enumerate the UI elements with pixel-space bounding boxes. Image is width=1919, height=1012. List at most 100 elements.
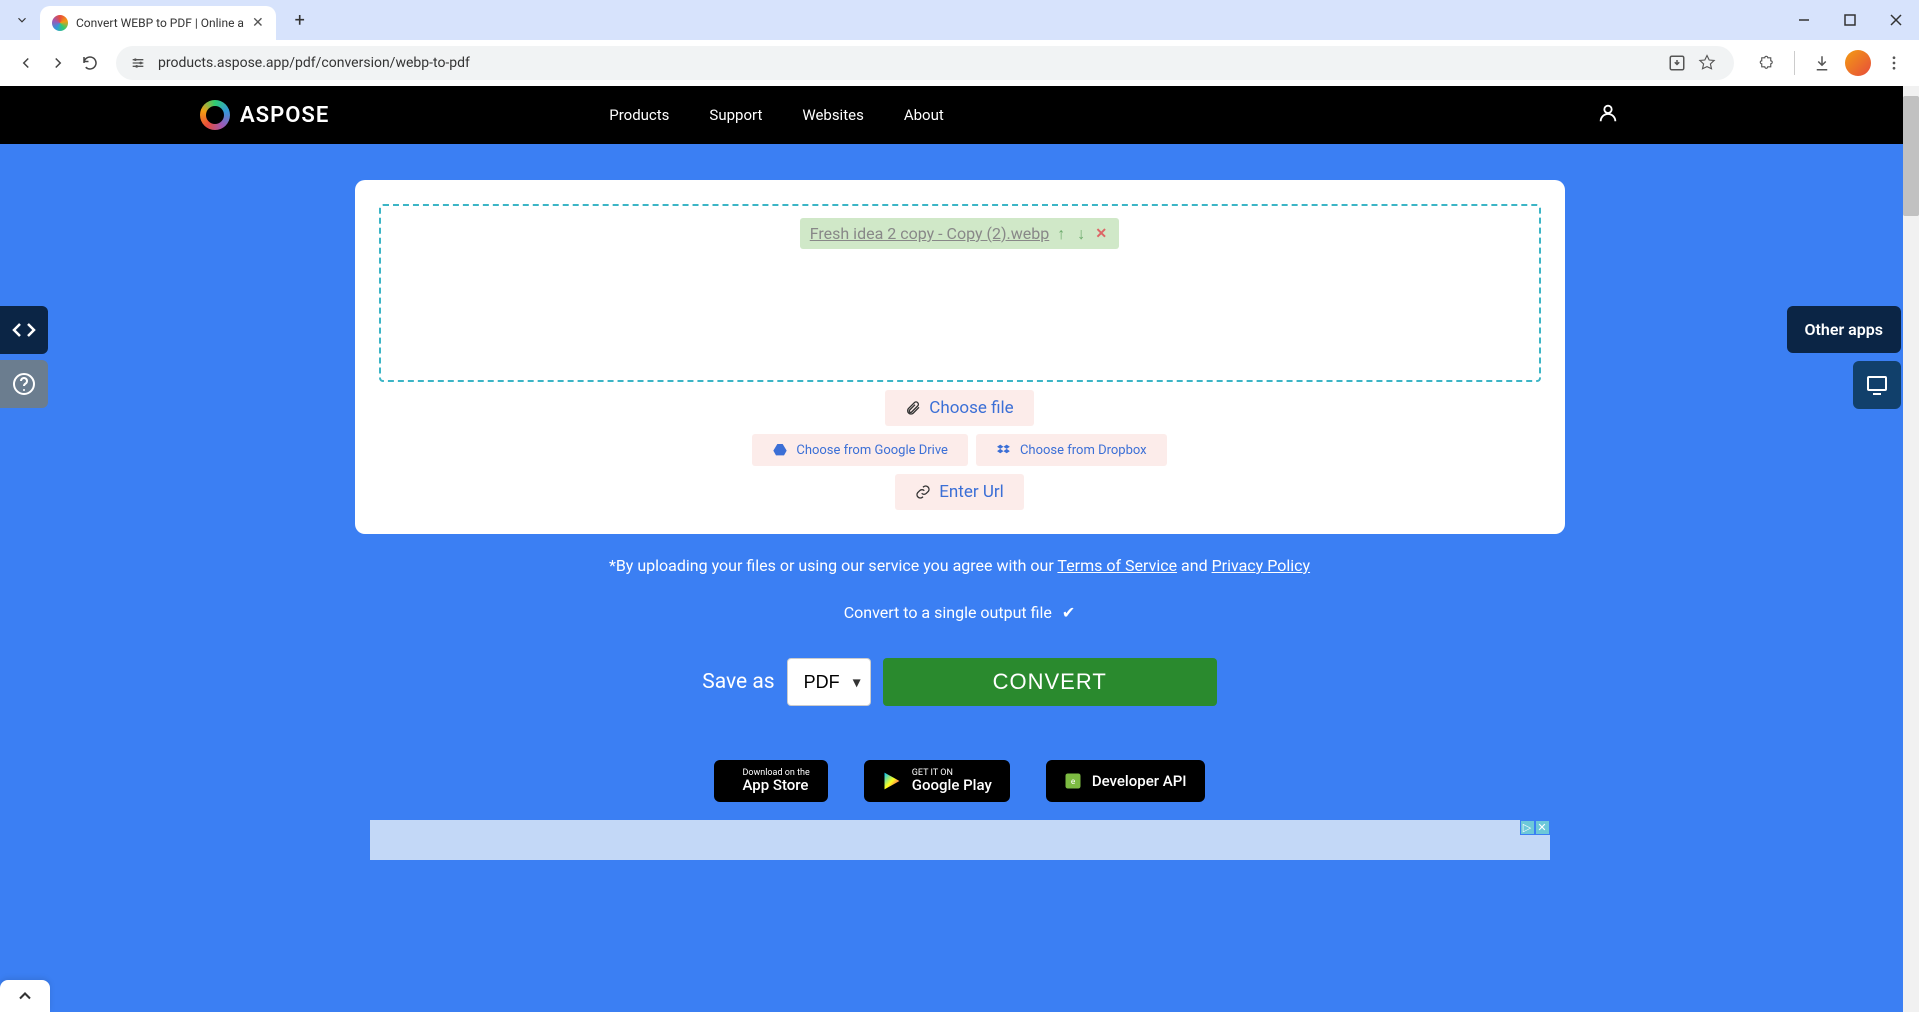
devapi-badge[interactable]: e Developer API bbox=[1046, 760, 1205, 802]
tune-icon bbox=[130, 55, 146, 71]
devapi-label: Developer API bbox=[1092, 772, 1187, 790]
page-content: ASPOSE Products Support Websites About O… bbox=[0, 86, 1919, 1012]
choose-file-button[interactable]: Choose file bbox=[885, 390, 1033, 426]
ad-placeholder: ▷ ✕ bbox=[370, 820, 1550, 860]
user-icon bbox=[1597, 102, 1619, 124]
separator bbox=[1794, 51, 1795, 75]
link-icon bbox=[915, 484, 931, 500]
tos-link[interactable]: Terms of Service bbox=[1057, 556, 1177, 575]
googleplay-badge[interactable]: GET IT ON Google Play bbox=[864, 760, 1010, 802]
chevron-down-icon bbox=[15, 13, 29, 27]
kebab-icon bbox=[1885, 54, 1903, 72]
close-icon bbox=[1890, 14, 1902, 26]
close-window-button[interactable] bbox=[1873, 0, 1919, 40]
downloads-button[interactable] bbox=[1807, 48, 1837, 78]
dropbox-icon bbox=[996, 442, 1012, 458]
nav-support[interactable]: Support bbox=[709, 106, 762, 124]
back-button[interactable] bbox=[10, 47, 42, 79]
gdrive-label: Choose from Google Drive bbox=[796, 443, 948, 458]
convert-button[interactable]: CONVERT bbox=[883, 658, 1217, 706]
remove-file-button[interactable]: ✕ bbox=[1093, 226, 1109, 242]
nav-about[interactable]: About bbox=[904, 106, 944, 124]
play-icon bbox=[882, 770, 902, 792]
toolbar-icons bbox=[1752, 48, 1909, 78]
attachment-icon bbox=[905, 400, 921, 416]
extensions-button[interactable] bbox=[1752, 48, 1782, 78]
check-icon: ✔ bbox=[1062, 603, 1075, 622]
app-badges: Download on the App Store GET IT ON Goog… bbox=[714, 760, 1204, 802]
menu-button[interactable] bbox=[1879, 48, 1909, 78]
help-button[interactable] bbox=[0, 360, 48, 408]
install-app-button[interactable] bbox=[1662, 48, 1692, 78]
tab-search-button[interactable] bbox=[8, 6, 36, 34]
side-right-panel: Other apps bbox=[1787, 306, 1902, 409]
tab-bar: Convert WEBP to PDF | Online a ✕ + bbox=[0, 0, 1919, 40]
arrow-right-icon bbox=[49, 54, 67, 72]
choose-file-label: Choose file bbox=[929, 398, 1013, 418]
maximize-button[interactable] bbox=[1827, 0, 1873, 40]
scrollbar[interactable] bbox=[1903, 86, 1919, 1012]
tab-favicon-icon bbox=[52, 15, 68, 31]
star-icon bbox=[1698, 54, 1716, 72]
desktop-app-button[interactable] bbox=[1853, 361, 1901, 409]
bookmark-button[interactable] bbox=[1692, 48, 1722, 78]
file-source-buttons: Choose file Choose from Google Drive Cho… bbox=[379, 390, 1541, 510]
dropbox-label: Choose from Dropbox bbox=[1020, 443, 1147, 458]
code-icon bbox=[12, 318, 36, 342]
embed-code-button[interactable] bbox=[0, 306, 48, 354]
uploaded-file-chip: Fresh idea 2 copy - Copy (2).webp ↑ ↓ ✕ bbox=[800, 218, 1120, 249]
arrow-left-icon bbox=[17, 54, 35, 72]
reload-button[interactable] bbox=[74, 47, 106, 79]
maximize-icon bbox=[1844, 14, 1856, 26]
url-text: products.aspose.app/pdf/conversion/webp-… bbox=[158, 55, 1662, 71]
single-output-option[interactable]: Convert to a single output file ✔ bbox=[844, 603, 1076, 622]
choose-dropbox-button[interactable]: Choose from Dropbox bbox=[976, 434, 1167, 466]
upload-card: Fresh idea 2 copy - Copy (2).webp ↑ ↓ ✕ … bbox=[355, 180, 1565, 534]
uploaded-file-name[interactable]: Fresh idea 2 copy - Copy (2).webp bbox=[810, 224, 1050, 243]
enter-url-button[interactable]: Enter Url bbox=[895, 474, 1024, 510]
format-select-wrap: PDF bbox=[787, 658, 871, 706]
brand-name: ASPOSE bbox=[240, 103, 329, 128]
appstore-badge[interactable]: Download on the App Store bbox=[714, 760, 827, 802]
adchoices-icon[interactable]: ▷ bbox=[1520, 820, 1535, 835]
disclaimer-text: *By uploading your files or using our se… bbox=[609, 556, 1310, 575]
svg-text:e: e bbox=[1071, 777, 1076, 787]
nav-products[interactable]: Products bbox=[609, 106, 669, 124]
profile-avatar[interactable] bbox=[1845, 50, 1871, 76]
forward-button[interactable] bbox=[42, 47, 74, 79]
new-tab-button[interactable]: + bbox=[286, 6, 314, 34]
window-controls bbox=[1781, 0, 1919, 40]
browser-chrome: Convert WEBP to PDF | Online a ✕ + produ… bbox=[0, 0, 1919, 86]
user-account-button[interactable] bbox=[1597, 102, 1619, 128]
scroll-to-top-button[interactable] bbox=[0, 980, 50, 1012]
browser-tab[interactable]: Convert WEBP to PDF | Online a ✕ bbox=[40, 6, 276, 40]
nav-links: Products Support Websites About bbox=[609, 106, 944, 124]
save-as-label: Save as bbox=[702, 670, 774, 694]
other-apps-button[interactable]: Other apps bbox=[1787, 306, 1902, 353]
logo-swirl-icon bbox=[200, 100, 230, 130]
appstore-big: App Store bbox=[742, 778, 809, 793]
privacy-link[interactable]: Privacy Policy bbox=[1212, 556, 1311, 575]
single-output-label: Convert to a single output file bbox=[844, 603, 1052, 622]
minimize-button[interactable] bbox=[1781, 0, 1827, 40]
nav-websites[interactable]: Websites bbox=[802, 106, 863, 124]
move-file-up-button[interactable]: ↑ bbox=[1053, 226, 1069, 242]
main-container: Fresh idea 2 copy - Copy (2).webp ↑ ↓ ✕ … bbox=[0, 144, 1919, 896]
file-dropzone[interactable]: Fresh idea 2 copy - Copy (2).webp ↑ ↓ ✕ bbox=[379, 204, 1541, 382]
address-bar[interactable]: products.aspose.app/pdf/conversion/webp-… bbox=[116, 46, 1734, 80]
scrollbar-thumb[interactable] bbox=[1903, 96, 1919, 216]
choose-gdrive-button[interactable]: Choose from Google Drive bbox=[752, 434, 968, 466]
tab-title: Convert WEBP to PDF | Online a bbox=[76, 16, 244, 30]
download-icon bbox=[1813, 54, 1831, 72]
move-file-down-button[interactable]: ↓ bbox=[1073, 226, 1089, 242]
play-big: Google Play bbox=[912, 778, 992, 793]
close-tab-button[interactable]: ✕ bbox=[252, 15, 264, 31]
ad-close-button[interactable]: ✕ bbox=[1535, 820, 1550, 835]
site-info-button[interactable] bbox=[128, 53, 148, 73]
chevron-up-icon bbox=[15, 986, 35, 1006]
install-icon bbox=[1668, 54, 1686, 72]
format-select[interactable]: PDF bbox=[787, 658, 871, 706]
brand-logo[interactable]: ASPOSE bbox=[200, 100, 329, 130]
reload-icon bbox=[81, 54, 99, 72]
help-icon bbox=[12, 372, 36, 396]
